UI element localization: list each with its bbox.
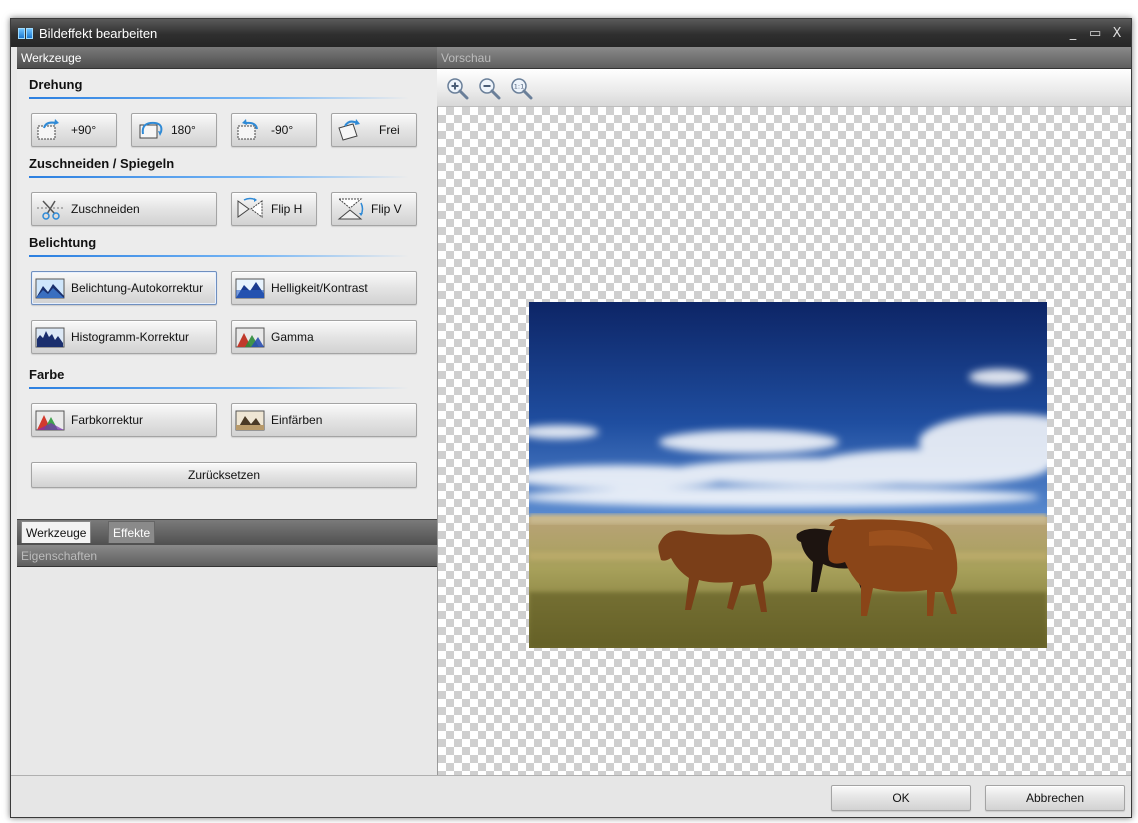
color-correction-button[interactable]: Farbkorrektur <box>31 403 217 437</box>
section-title-exposure: Belichtung <box>29 235 97 250</box>
zoom-actual-size-icon[interactable]: 1:1 <box>509 76 533 100</box>
ok-button[interactable]: OK <box>831 785 971 811</box>
brightness-contrast-icon <box>235 276 265 300</box>
histogram-correction-label: Histogramm-Korrektur <box>71 330 190 344</box>
rotate-180-label: 180° <box>171 123 196 137</box>
rotate-plus90-label: +90° <box>71 123 97 137</box>
crop-label: Zuschneiden <box>71 202 140 216</box>
histogram-correction-button[interactable]: Histogramm-Korrektur <box>31 320 217 354</box>
rotate-plus90-button[interactable]: +90° <box>31 113 117 147</box>
cancel-button[interactable]: Abbrechen <box>985 785 1125 811</box>
reset-button[interactable]: Zurücksetzen <box>31 462 417 488</box>
color-correction-label: Farbkorrektur <box>71 413 144 427</box>
flip-vertical-button[interactable]: Flip V <box>331 192 417 226</box>
section-title-color: Farbe <box>29 367 65 382</box>
reset-label: Zurücksetzen <box>187 468 261 482</box>
section-title-crop-mirror: Zuschneiden / Spiegeln <box>29 156 175 171</box>
zoom-actual-label: 1:1 <box>514 82 524 90</box>
scissors-icon <box>35 197 65 221</box>
tools-tab-bar: Werkzeuge Effekte <box>17 519 437 545</box>
title-bar[interactable]: Bildeffekt bearbeiten _ ▭ X <box>11 19 1131 47</box>
section-divider <box>29 255 409 257</box>
rotate-right-icon <box>35 118 65 142</box>
preview-image <box>529 302 1047 648</box>
tools-panel-header: Werkzeuge <box>17 47 437 69</box>
section-divider <box>29 97 409 99</box>
minimize-button[interactable]: _ <box>1067 26 1079 41</box>
preview-panel-header: Vorschau <box>437 47 1131 69</box>
preview-toolbar: 1:1 <box>437 69 1131 107</box>
flip-horizontal-label: Flip H <box>271 202 303 216</box>
preview-canvas[interactable] <box>437 107 1131 775</box>
cancel-label: Abbrechen <box>1025 791 1085 805</box>
properties-panel-header: Eigenschaften <box>17 545 437 567</box>
maximize-button[interactable]: ▭ <box>1089 26 1101 41</box>
ok-label: OK <box>892 791 910 805</box>
auto-exposure-label: Belichtung-Autokorrektur <box>71 281 204 295</box>
window-title: Bildeffekt bearbeiten <box>39 25 158 41</box>
tab-effects[interactable]: Effekte <box>108 521 156 543</box>
section-title-rotation: Drehung <box>29 77 83 92</box>
gamma-icon <box>235 325 265 349</box>
colorize-icon <box>235 408 265 432</box>
tools-area: Drehung +90° 180° -90° Frei Zuschneiden … <box>17 69 437 519</box>
properties-body <box>17 567 437 775</box>
rotate-minus90-button[interactable]: -90° <box>231 113 317 147</box>
zoom-in-icon[interactable] <box>445 76 469 100</box>
auto-exposure-icon <box>35 276 65 300</box>
dialog-window: Bildeffekt bearbeiten _ ▭ X Werkzeuge Dr… <box>10 18 1132 818</box>
rotate-free-icon <box>335 118 365 142</box>
rotate-minus90-label: -90° <box>271 123 294 137</box>
rotate-180-icon <box>135 118 165 142</box>
close-button[interactable]: X <box>1111 26 1123 41</box>
colorize-label: Einfärben <box>271 413 323 427</box>
flip-horizontal-button[interactable]: Flip H <box>231 192 317 226</box>
zoom-out-icon[interactable] <box>477 76 501 100</box>
section-divider <box>29 387 409 389</box>
rotate-free-button[interactable]: Frei <box>331 113 417 147</box>
tab-tools[interactable]: Werkzeuge <box>21 521 92 543</box>
histogram-icon <box>35 325 65 349</box>
flip-vertical-label: Flip V <box>371 202 402 216</box>
color-correction-icon <box>35 408 65 432</box>
flip-vertical-icon <box>335 197 365 221</box>
flip-horizontal-icon <box>235 197 265 221</box>
gamma-button[interactable]: Gamma <box>231 320 417 354</box>
brightness-contrast-button[interactable]: Helligkeit/Kontrast <box>231 271 417 305</box>
auto-exposure-button[interactable]: Belichtung-Autokorrektur <box>31 271 217 305</box>
brightness-contrast-label: Helligkeit/Kontrast <box>271 281 368 295</box>
rotate-free-label: Frei <box>379 123 400 137</box>
left-panel: Werkzeuge Drehung +90° 180° -90° Frei Zu… <box>17 47 437 775</box>
gamma-label: Gamma <box>271 330 314 344</box>
colorize-button[interactable]: Einfärben <box>231 403 417 437</box>
preview-panel: Vorschau 1:1 <box>437 47 1131 775</box>
crop-button[interactable]: Zuschneiden <box>31 192 217 226</box>
dialog-footer: OK Abbrechen <box>11 775 1131 817</box>
app-icon <box>18 27 34 39</box>
rotate-180-button[interactable]: 180° <box>131 113 217 147</box>
section-divider <box>29 176 409 178</box>
rotate-left-icon <box>235 118 265 142</box>
